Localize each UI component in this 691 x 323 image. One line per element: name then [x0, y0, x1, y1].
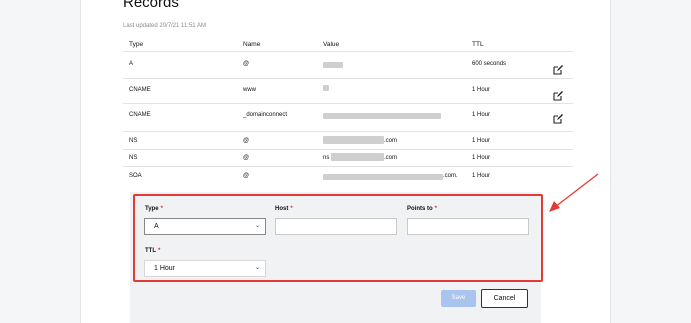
ttl-select[interactable]: 1 Hour ⌄ — [144, 260, 266, 277]
record-name: www — [243, 87, 256, 93]
required-mark: * — [290, 206, 293, 212]
record-name: @ — [243, 155, 250, 161]
points-to-label-text: Points to — [407, 206, 433, 212]
row-divider — [123, 78, 573, 79]
record-name: @ — [243, 173, 250, 179]
record-ttl: 1 Hour — [472, 112, 491, 118]
record-ttl: 1 Hour — [472, 173, 491, 179]
ttl-label: TTL * — [145, 248, 160, 254]
record-value-suffix: .com — [384, 155, 398, 161]
redacted-value — [323, 136, 384, 144]
record-type: NS — [129, 155, 138, 161]
row-divider — [123, 166, 573, 167]
record-ttl: 600 seconds — [472, 61, 507, 67]
host-label: Host * — [275, 206, 293, 212]
type-label-text: Type — [145, 206, 159, 212]
redacted-value — [323, 113, 441, 119]
record-type: CNAME — [129, 87, 151, 93]
record-type: NS — [129, 138, 138, 144]
required-mark: * — [158, 248, 161, 254]
redacted-value — [323, 85, 329, 91]
page-title: Records — [123, 0, 179, 11]
record-type: A — [129, 61, 134, 67]
redacted-value — [331, 153, 384, 161]
host-label-text: Host — [275, 206, 289, 212]
record-value-suffix: .com. — [443, 173, 458, 179]
record-name: @ — [243, 61, 250, 67]
record-ttl: 1 Hour — [472, 87, 491, 93]
points-to-input[interactable] — [407, 218, 529, 235]
type-label: Type * — [145, 206, 163, 212]
edit-icon[interactable] — [553, 91, 563, 101]
row-divider — [123, 103, 573, 104]
record-name: @ — [243, 138, 250, 144]
last-updated-text: Last updated 20/7/21 11:51 AM — [123, 23, 206, 29]
record-value-prefix: ns — [323, 155, 330, 161]
record-value-suffix: .com — [384, 138, 398, 144]
redacted-value — [323, 62, 343, 68]
redacted-value — [323, 174, 443, 180]
record-type: CNAME — [129, 112, 151, 118]
points-to-label: Points to * — [407, 206, 437, 212]
host-input[interactable] — [275, 218, 397, 235]
arrow-annotation-icon — [549, 173, 599, 212]
edit-icon[interactable] — [553, 65, 563, 75]
edit-icon[interactable] — [553, 114, 563, 124]
column-header-value: Value — [323, 41, 340, 48]
row-divider — [123, 149, 573, 150]
save-button[interactable]: Save — [441, 290, 476, 307]
column-header-ttl: TTL — [472, 41, 484, 48]
type-select-value: A — [154, 223, 159, 230]
chevron-down-icon: ⌄ — [254, 265, 260, 271]
column-header-type: Type — [129, 41, 144, 48]
row-divider — [123, 131, 573, 132]
record-name: _domainconnect — [243, 112, 288, 118]
record-type: SOA — [129, 173, 142, 179]
required-mark: * — [160, 206, 163, 212]
record-ttl: 1 Hour — [472, 138, 491, 144]
ttl-select-value: 1 Hour — [154, 265, 176, 272]
required-mark: * — [434, 206, 438, 212]
ttl-label-text: TTL — [145, 248, 156, 254]
header-divider — [123, 51, 573, 52]
cancel-button[interactable]: Cancel — [481, 289, 528, 308]
column-header-name: Name — [243, 41, 261, 48]
record-ttl: 1 Hour — [472, 155, 491, 161]
chevron-down-icon: ⌄ — [254, 223, 260, 229]
type-select[interactable]: A ⌄ — [144, 218, 266, 235]
